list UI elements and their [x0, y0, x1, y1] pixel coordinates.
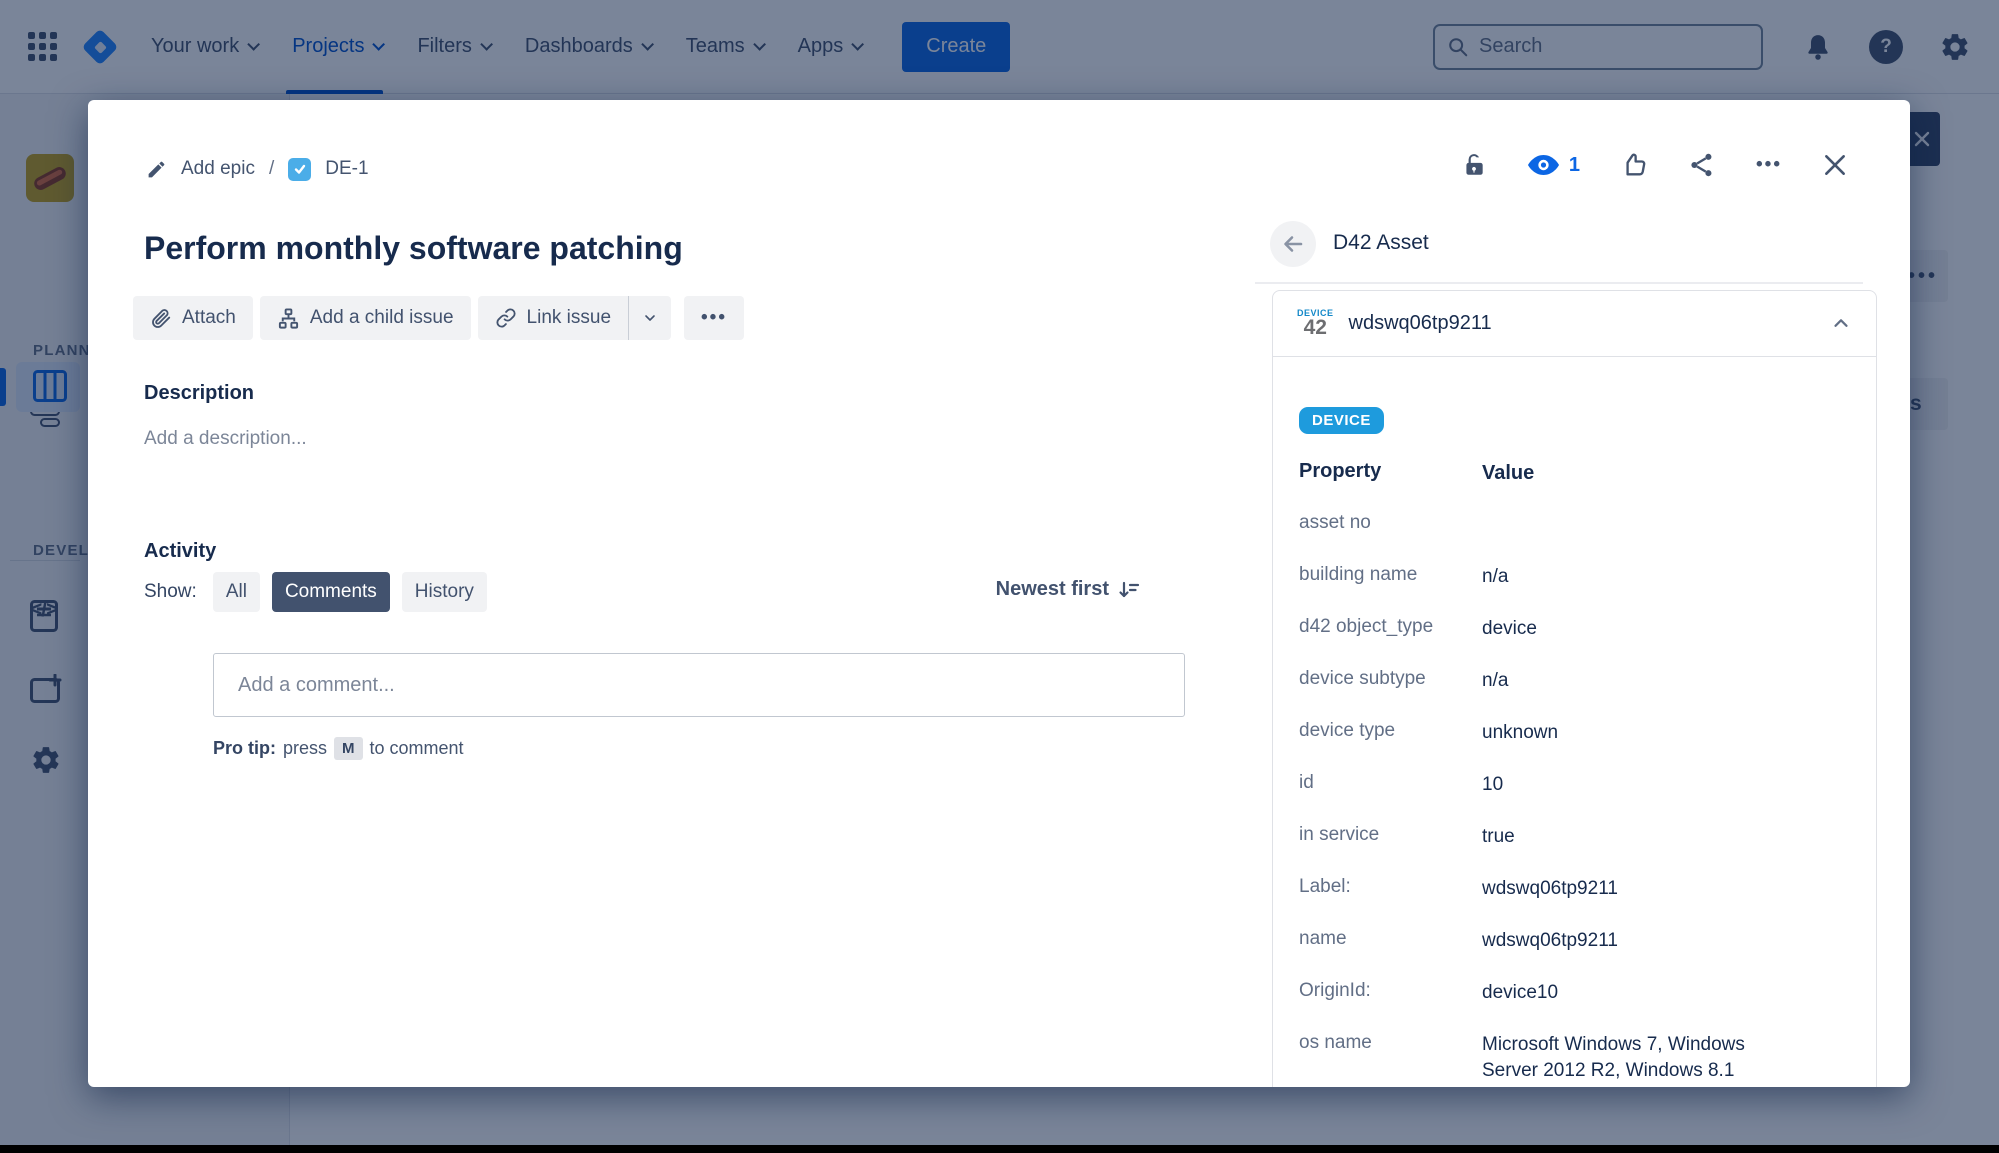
protip-press: press	[283, 738, 327, 759]
close-icon[interactable]	[1822, 152, 1848, 178]
table-row: os nameMicrosoft Windows 7, WindowsServe…	[1299, 1032, 1850, 1084]
table-row: building namen/a	[1299, 564, 1850, 616]
share-icon[interactable]	[1688, 151, 1716, 179]
asset-card-header[interactable]: DEVICE 42 wdswq06tp9211	[1273, 291, 1876, 357]
sort-descending-icon	[1118, 579, 1140, 601]
modal-header-actions: 1 •••	[1461, 150, 1848, 180]
table-row: device subtypen/a	[1299, 668, 1850, 720]
child-issue-icon	[277, 307, 300, 330]
pencil-icon	[146, 159, 167, 180]
sort-order-label: Newest first	[996, 578, 1109, 601]
property-table: Property Value asset no building namen/a…	[1299, 460, 1850, 1084]
keyboard-key-m: M	[334, 737, 363, 760]
asset-card: DEVICE 42 wdswq06tp9211 DEVICE Property …	[1272, 290, 1877, 1087]
add-child-issue-label: Add a child issue	[310, 307, 454, 329]
panel-divider	[1255, 282, 1863, 284]
table-row: OriginId:device10	[1299, 980, 1850, 1032]
issue-title[interactable]: Perform monthly software patching	[144, 228, 1124, 268]
comment-protip: Pro tip: press M to comment	[213, 737, 464, 760]
property-column-header: Property	[1299, 460, 1482, 483]
os-name-line1: Microsoft Windows 7, Windows	[1482, 1034, 1745, 1055]
link-issue-dropdown-button[interactable]	[629, 296, 671, 340]
device42-logo-icon: DEVICE 42	[1297, 309, 1334, 338]
panel-back-button[interactable]	[1270, 221, 1316, 267]
show-label: Show:	[144, 581, 197, 603]
link-issue-label: Link issue	[527, 307, 612, 329]
table-row: namewdswq06tp9211	[1299, 928, 1850, 980]
add-epic-button[interactable]: Add epic	[181, 158, 255, 180]
table-header-row: Property Value	[1299, 460, 1850, 512]
asset-card-body: DEVICE Property Value asset no building …	[1273, 357, 1876, 1084]
issue-toolbar: Attach Add a child issue Link issue •••	[133, 296, 744, 340]
attach-button[interactable]: Attach	[133, 296, 253, 340]
arrow-left-icon	[1281, 232, 1305, 256]
more-actions-button[interactable]: •••	[1756, 154, 1782, 176]
filter-comments-button[interactable]: Comments	[272, 572, 390, 612]
table-row: id10	[1299, 772, 1850, 824]
issue-key-link[interactable]: DE-1	[325, 158, 368, 180]
watchers-count: 1	[1569, 154, 1580, 177]
value-column-header: Value	[1482, 460, 1842, 486]
watchers-button[interactable]: 1	[1527, 153, 1580, 177]
chevron-up-icon[interactable]	[1830, 313, 1852, 335]
attach-label: Attach	[182, 307, 236, 329]
os-name-line2: Server 2012 R2, Windows 8.1	[1482, 1060, 1734, 1081]
breadcrumb: Add epic / DE-1	[146, 154, 369, 184]
breadcrumb-separator: /	[269, 158, 274, 180]
comment-input[interactable]: Add a comment...	[213, 653, 1185, 717]
table-row: asset no	[1299, 512, 1850, 564]
window-bottom-edge	[0, 1145, 1999, 1153]
chevron-down-icon	[642, 310, 658, 326]
table-row: d42 object_typedevice	[1299, 616, 1850, 668]
asset-name: wdswq06tp9211	[1349, 312, 1492, 335]
table-row: Label:wdswq06tp9211	[1299, 876, 1850, 928]
toolbar-more-button[interactable]: •••	[684, 296, 744, 340]
link-issue-button[interactable]: Link issue	[478, 296, 630, 340]
protip-prefix: Pro tip:	[213, 738, 276, 759]
link-icon	[495, 307, 517, 329]
issue-modal: Add epic / DE-1 1 ••• Perform monthly so…	[88, 100, 1910, 1087]
table-row: device typeunknown	[1299, 720, 1850, 772]
table-row: in servicetrue	[1299, 824, 1850, 876]
watch-eye-icon	[1527, 153, 1560, 177]
protip-suffix: to comment	[370, 738, 464, 759]
activity-filter-row: Show: All Comments History	[144, 572, 487, 612]
task-type-icon[interactable]	[288, 158, 311, 181]
unlock-icon[interactable]	[1461, 150, 1487, 180]
description-heading: Description	[144, 382, 254, 405]
description-placeholder[interactable]: Add a description...	[144, 428, 307, 450]
sort-order-button[interactable]: Newest first	[996, 578, 1140, 601]
device-badge: DEVICE	[1299, 407, 1384, 434]
activity-heading: Activity	[144, 540, 216, 563]
panel-title: D42 Asset	[1333, 231, 1429, 255]
filter-history-button[interactable]: History	[402, 572, 487, 612]
add-child-issue-button[interactable]: Add a child issue	[260, 296, 471, 340]
thumbs-up-icon[interactable]	[1620, 151, 1648, 179]
filter-all-button[interactable]: All	[213, 572, 260, 612]
paperclip-icon	[150, 307, 172, 329]
device42-logo-bottom: 42	[1304, 317, 1327, 338]
comment-placeholder: Add a comment...	[238, 674, 395, 697]
